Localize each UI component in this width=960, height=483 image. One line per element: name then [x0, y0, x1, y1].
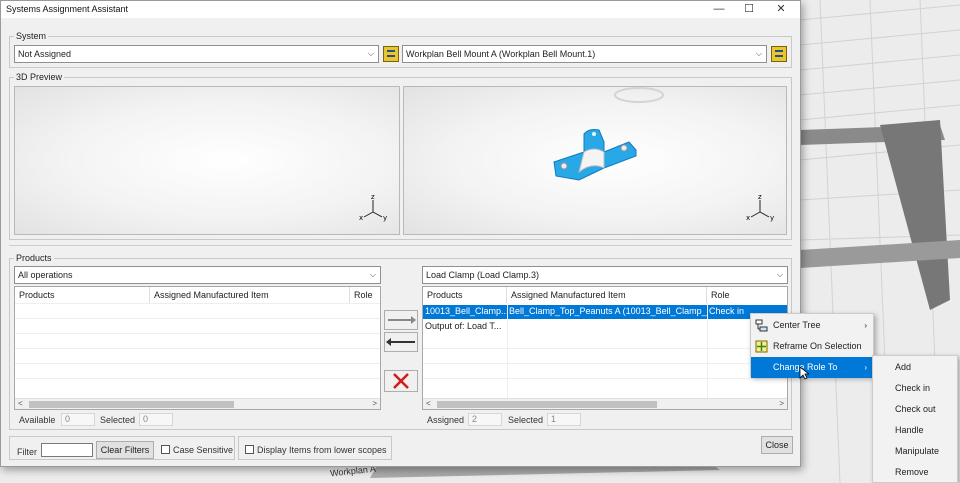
submenu-item-check-in[interactable]: Check in	[873, 378, 957, 399]
lower-scopes-label: Display Items from lower scopes	[257, 445, 387, 455]
submenu-arrow-icon: ›	[864, 363, 867, 372]
system-group-label: System	[14, 31, 49, 41]
svg-text:x: x	[746, 214, 750, 222]
operations-filter-value: All operations	[18, 270, 73, 280]
close-window-button[interactable]: ✕	[763, 1, 799, 18]
menu-item-center-tree[interactable]: Center Tree ›	[751, 315, 873, 336]
menu-item-change-role-to[interactable]: Change Role To ›	[751, 357, 873, 378]
svg-text:y: y	[770, 214, 774, 222]
svg-text:z: z	[371, 193, 375, 201]
available-label: Available	[19, 415, 56, 425]
system-left-select-icon[interactable]	[383, 46, 399, 62]
assigned-products-table: Products Assigned Manufactured Item Role…	[422, 286, 788, 410]
submenu-item-remove[interactable]: Remove	[873, 462, 957, 483]
system-right-select-icon[interactable]	[771, 46, 787, 62]
chevron-down-icon: ⌵	[755, 49, 762, 58]
column-header-assigned-item[interactable]: Assigned Manufactured Item	[150, 287, 350, 303]
arrow-right-icon	[388, 316, 416, 324]
chevron-down-icon: ⌵	[776, 270, 783, 279]
load-clamp-combo[interactable]: Load Clamp (Load Clamp.3) ⌵	[422, 266, 788, 284]
menu-item-label: Center Tree	[773, 320, 821, 330]
filter-label: Filter	[17, 447, 37, 457]
available-products-table: Products Assigned Manufactured Item Role…	[14, 286, 381, 410]
submenu-item-manipulate[interactable]: Manipulate	[873, 441, 957, 462]
unassign-left-button[interactable]	[384, 332, 418, 352]
scroll-right-icon[interactable]: >	[779, 399, 784, 408]
column-header-role[interactable]: Role	[350, 287, 380, 303]
row-item-cell: Bell_Clamp_Top_Peanuts A (10013_Bell_Cla…	[509, 306, 707, 316]
chevron-down-icon: ⌵	[367, 49, 374, 58]
center-tree-icon	[755, 319, 768, 332]
maximize-button[interactable]: ☐	[731, 1, 767, 18]
horizontal-scrollbar[interactable]: < >	[423, 398, 787, 409]
scroll-right-icon[interactable]: >	[372, 399, 377, 408]
system-left-combo[interactable]: Not Assigned ⌵	[14, 45, 379, 63]
column-header-assigned-item[interactable]: Assigned Manufactured Item	[507, 287, 707, 303]
assign-right-button[interactable]	[384, 310, 418, 330]
left-selected-label: Selected	[100, 415, 136, 425]
column-header-role[interactable]: Role	[707, 287, 787, 303]
assigned-label: Assigned	[427, 415, 465, 425]
row-product-cell: Output of: Load T...	[425, 321, 502, 331]
clear-filters-button[interactable]: Clear Filters	[96, 441, 154, 459]
context-menu: Center Tree › Reframe On Selection Change…	[750, 313, 874, 378]
svg-text:y: y	[383, 214, 387, 222]
close-button[interactable]: Close	[761, 436, 793, 454]
submenu-arrow-icon: ›	[864, 321, 867, 330]
axis-triad-icon: z y x	[359, 193, 387, 222]
table-row[interactable]: Output of: Load T...	[423, 320, 787, 334]
assigned-count: 2	[468, 413, 502, 426]
scrollbar-thumb[interactable]	[437, 401, 657, 408]
reframe-icon	[755, 340, 768, 353]
systems-assignment-dialog: Systems Assignment Assistant — ☐ ✕ Syste…	[0, 0, 801, 467]
operations-filter-combo[interactable]: All operations ⌵	[14, 266, 381, 284]
case-sensitive-checkbox[interactable]	[161, 445, 170, 454]
axis-triad-icon: z y x	[746, 193, 774, 222]
bell-clamp-part-shape	[553, 129, 637, 181]
submenu-item-check-out[interactable]: Check out	[873, 399, 957, 420]
scrollbar-thumb[interactable]	[29, 401, 234, 408]
available-count: 0	[61, 413, 95, 426]
preview-group-label: 3D Preview	[14, 72, 65, 82]
svg-text:x: x	[359, 214, 363, 222]
svg-text:z: z	[758, 193, 762, 201]
splitter[interactable]	[9, 245, 792, 247]
submenu-item-handle[interactable]: Handle	[873, 420, 957, 441]
title-bar: Systems Assignment Assistant — ☐ ✕	[1, 1, 800, 18]
system-right-combo-value: Workplan Bell Mount A (Workplan Bell Mou…	[406, 49, 596, 59]
filter-input[interactable]	[41, 443, 93, 457]
delete-x-icon	[393, 373, 409, 389]
left-selected-count: 0	[139, 413, 173, 426]
change-role-submenu: Add Check in Check out Handle Manipulate…	[872, 355, 958, 483]
ghost-part-shape	[614, 87, 664, 103]
scroll-left-icon[interactable]: <	[426, 399, 431, 408]
table-row[interactable]: 10013_Bell_Clamp... Bell_Clamp_Top_Peanu…	[423, 305, 787, 319]
horizontal-scrollbar[interactable]: < >	[15, 398, 380, 409]
menu-item-reframe-on-selection[interactable]: Reframe On Selection	[751, 336, 873, 357]
menu-item-label: Reframe On Selection	[773, 341, 862, 351]
scroll-left-icon[interactable]: <	[18, 399, 23, 408]
arrow-left-icon	[386, 338, 415, 346]
right-3d-preview[interactable]: z y x	[403, 86, 787, 235]
products-group-label: Products	[14, 253, 54, 263]
system-left-combo-value: Not Assigned	[18, 49, 72, 59]
right-selected-label: Selected	[508, 415, 544, 425]
right-selected-count: 1	[547, 413, 581, 426]
column-header-products[interactable]: Products	[15, 287, 150, 303]
column-header-products[interactable]: Products	[423, 287, 507, 303]
system-right-combo[interactable]: Workplan Bell Mount A (Workplan Bell Mou…	[402, 45, 767, 63]
submenu-item-add[interactable]: Add	[873, 357, 957, 378]
case-sensitive-label: Case Sensitive	[173, 445, 234, 455]
mouse-cursor-icon	[799, 366, 809, 380]
chevron-down-icon: ⌵	[369, 270, 376, 279]
row-product-cell: 10013_Bell_Clamp...	[425, 306, 507, 316]
lower-scopes-checkbox[interactable]	[245, 445, 254, 454]
delete-button[interactable]	[384, 370, 418, 392]
load-clamp-combo-value: Load Clamp (Load Clamp.3)	[426, 270, 540, 280]
window-title: Systems Assignment Assistant	[6, 4, 129, 14]
left-3d-preview[interactable]: z y x	[14, 86, 400, 235]
